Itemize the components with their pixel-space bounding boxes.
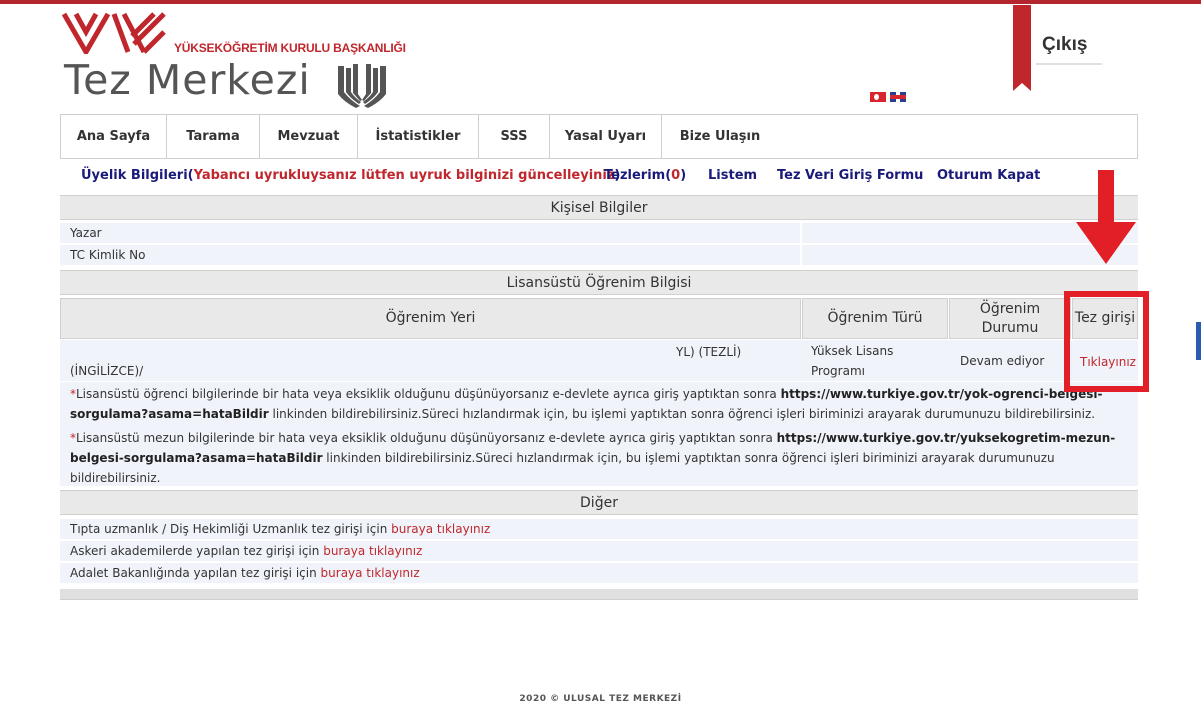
other-row-justice: Adalet Bakanlığında yapılan tez girişi i…	[60, 563, 1138, 584]
site-title[interactable]: Tez Merkezi	[64, 60, 311, 101]
main-nav: Ana Sayfa Tarama Mevzuat İstatistikler S…	[60, 114, 1138, 159]
tc-label: TC Kimlik No	[70, 248, 146, 262]
graduate-info-note: *Lisansüstü mezun bilgilerinde bir hata …	[60, 426, 1138, 486]
tc-row: TC Kimlik No	[60, 245, 1138, 266]
status-value: Devam ediyor	[960, 354, 1045, 368]
nav-legislation[interactable]: Mevzuat	[260, 115, 358, 158]
justice-thesis-link[interactable]: buraya tıklayınız	[321, 566, 420, 580]
nav-statistics[interactable]: İstatistikler	[358, 115, 479, 158]
membership-info-link[interactable]: Üyelik Bilgileri(Yabancı uyrukluysanız l…	[81, 168, 620, 183]
red-annotation-arrow-icon	[1076, 170, 1136, 264]
other-header: Diğer	[60, 490, 1138, 515]
col-education-status: Öğrenim Durumu	[949, 298, 1071, 339]
org-name: YÜKSEKÖĞRETİM KURULU BAŞKANLIĞI	[174, 41, 406, 55]
scrollbar-edge	[1196, 322, 1201, 360]
type-line1: Yüksek Lisans	[811, 344, 894, 358]
nav-contact[interactable]: Bize Ulaşın	[662, 115, 778, 158]
top-accent-line	[0, 0, 1201, 4]
my-theses-link[interactable]: Tezlerim(0)	[604, 168, 686, 183]
annotation-highlight-box	[1064, 291, 1149, 392]
turkish-flag-icon[interactable]	[870, 92, 886, 102]
place-line1: YL) (TEZLİ)	[676, 345, 742, 359]
yok-logo-icon[interactable]	[62, 12, 167, 54]
thesis-data-form-link[interactable]: Tez Veri Giriş Formu	[777, 168, 923, 183]
col-education-type: Öğrenim Türü	[802, 298, 948, 339]
my-list-link[interactable]: Listem	[708, 168, 757, 183]
logout-button[interactable]: Çıkış	[1042, 34, 1087, 56]
place-line2: (İNGİLİZCE)/	[70, 364, 144, 378]
nav-legal-notice[interactable]: Yasal Uyarı	[550, 115, 662, 158]
nav-search[interactable]: Tarama	[167, 115, 260, 158]
other-row-military: Askeri akademilerde yapılan tez girişi i…	[60, 541, 1138, 562]
personal-info-header: Kişisel Bilgiler	[60, 195, 1138, 220]
student-info-note: *Lisansüstü öğrenci bilgilerinde bir hat…	[60, 382, 1138, 426]
nav-faq[interactable]: SSS	[479, 115, 550, 158]
military-thesis-link[interactable]: buraya tıklayınız	[323, 544, 422, 558]
other-row-medical: Tıpta uzmanlık / Diş Hekimliği Uzmanlık …	[60, 519, 1138, 540]
bookmark-ribbon-icon	[1013, 5, 1031, 91]
logout-underline	[1036, 63, 1102, 65]
session-logout-link[interactable]: Oturum Kapat	[937, 168, 1040, 183]
medical-thesis-link[interactable]: buraya tıklayınız	[391, 522, 490, 536]
footer-copyright: 2020 © ULUSAL TEZ MERKEZİ	[519, 694, 682, 704]
type-line2: Programı	[811, 364, 865, 378]
open-book-logo-icon	[338, 64, 386, 108]
graduate-info-header: Lisansüstü Öğrenim Bilgisi	[60, 270, 1138, 295]
author-label: Yazar	[70, 226, 102, 240]
content-footer-bar	[60, 589, 1138, 600]
english-flag-icon[interactable]	[890, 92, 906, 102]
author-row: Yazar	[60, 223, 1138, 244]
col-education-place: Öğrenim Yeri	[60, 298, 801, 339]
nav-home[interactable]: Ana Sayfa	[61, 115, 167, 158]
